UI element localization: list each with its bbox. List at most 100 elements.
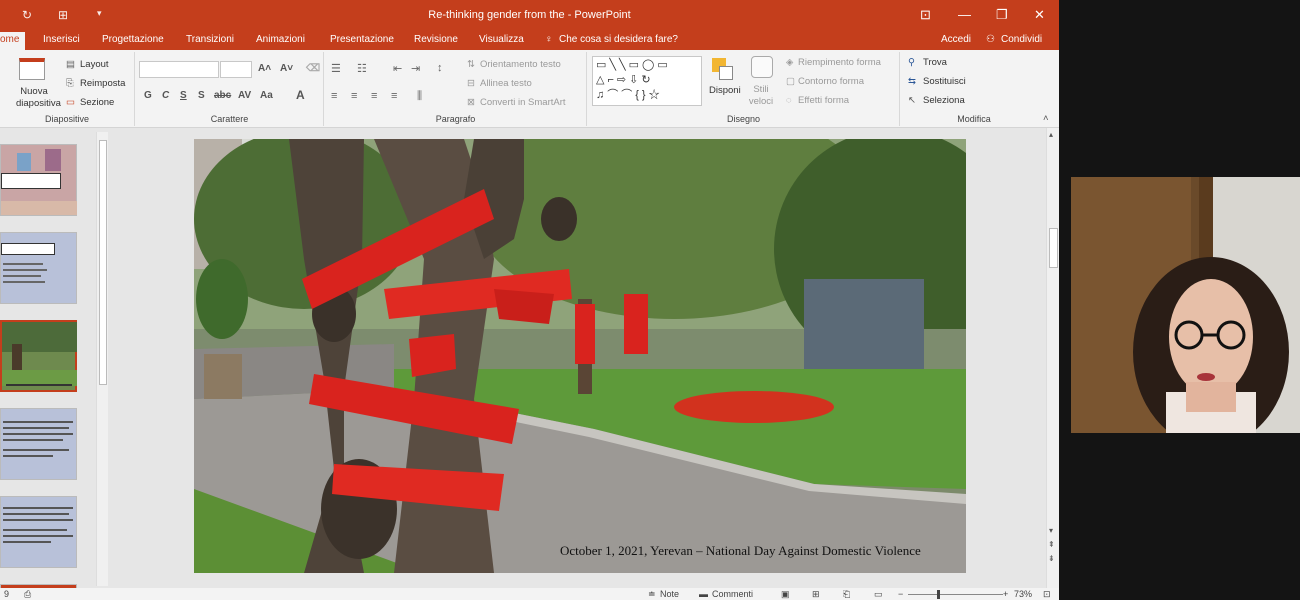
tab-animations[interactable]: Animazioni — [256, 34, 305, 45]
bold-button[interactable]: G — [144, 90, 152, 101]
shape-effects-icon[interactable]: ◌ — [786, 95, 792, 106]
justify-icon[interactable]: ≡ — [391, 90, 397, 102]
slide-sorter-icon[interactable]: ⊞ — [812, 589, 820, 600]
tab-home[interactable]: ome — [0, 32, 26, 50]
align-right-icon[interactable]: ≡ — [371, 90, 377, 102]
shape-fill-button[interactable]: Riempimento forma — [798, 57, 881, 68]
convert-smartart-button[interactable]: Converti in SmartArt — [480, 97, 566, 108]
select-button[interactable]: Seleziona — [923, 95, 965, 106]
shape-effects-button[interactable]: Effetti forma — [798, 95, 849, 106]
zoom-in-icon[interactable]: + — [1003, 589, 1008, 599]
arrange-button[interactable]: Disponi — [709, 85, 741, 96]
italic-button[interactable]: C — [162, 90, 169, 101]
slide-canvas[interactable]: October 1, 2021, Yerevan – National Day … — [194, 139, 966, 573]
zoom-slider[interactable] — [908, 594, 1003, 595]
text-direction-icon[interactable]: ⇅ — [467, 59, 475, 70]
normal-view-icon[interactable]: ▣ — [781, 589, 790, 600]
shape-outline-button[interactable]: Contorno forma — [798, 76, 864, 87]
comments-icon[interactable]: ▬ — [699, 589, 708, 599]
strikethrough-button[interactable]: abc — [214, 90, 231, 101]
reading-view-icon[interactable]: ⎗ — [843, 589, 850, 600]
thumbnail-slide[interactable] — [0, 144, 77, 216]
zoom-slider-thumb[interactable] — [937, 590, 940, 599]
shadow-button[interactable]: S — [198, 90, 205, 101]
spellcheck-icon[interactable]: ⎙ — [24, 589, 31, 600]
change-case-button[interactable]: Aa — [260, 90, 273, 101]
replace-button[interactable]: Sostituisci — [923, 76, 966, 87]
line-spacing-icon[interactable]: ↕ — [437, 62, 443, 74]
tab-transitions[interactable]: Transizioni — [186, 34, 234, 45]
tab-slideshow[interactable]: Presentazione — [330, 34, 394, 45]
tell-me-search[interactable]: Che cosa si desidera fare? — [559, 34, 678, 45]
font-color-button[interactable]: A — [296, 88, 305, 102]
quick-styles-button[interactable]: Stili veloci — [745, 84, 777, 108]
zoom-out-icon[interactable]: − — [898, 589, 903, 599]
thumbnails-scrollbar[interactable] — [96, 132, 108, 586]
minimize-button[interactable]: — — [958, 7, 971, 22]
spacing-button[interactable]: AV — [238, 90, 251, 101]
notes-button[interactable]: Note — [660, 589, 679, 599]
replace-icon[interactable]: ⇆ — [908, 76, 916, 87]
bullets-icon[interactable]: ☰ — [331, 62, 341, 75]
thumbnail-slide[interactable] — [0, 408, 77, 480]
slide-scrollbar[interactable]: ▴ ▾ ⇞ ⇟ — [1046, 128, 1059, 588]
layout-icon[interactable]: ▤ — [66, 59, 75, 70]
align-center-icon[interactable]: ≡ — [351, 90, 357, 102]
tab-design[interactable]: Progettazione — [102, 34, 164, 45]
zoom-level[interactable]: 73% — [1014, 589, 1032, 599]
align-text-icon[interactable]: ⊟ — [467, 78, 475, 89]
align-left-icon[interactable]: ≡ — [331, 90, 337, 102]
tab-review[interactable]: Revisione — [414, 34, 458, 45]
thumbnail-slide-current[interactable] — [0, 320, 77, 392]
slide-scroll-thumb[interactable] — [1049, 228, 1058, 268]
numbering-icon[interactable]: ☷ — [357, 62, 367, 75]
find-button[interactable]: Trova — [923, 57, 947, 68]
sign-in-link[interactable]: Accedi — [941, 34, 971, 45]
grow-font-icon[interactable]: A˄ — [258, 63, 271, 74]
notes-icon[interactable]: ≐ — [648, 589, 656, 600]
previous-slide-icon[interactable]: ⇞ — [1048, 540, 1055, 549]
arrange-icon[interactable] — [712, 58, 734, 80]
new-slide-button[interactable]: Nuova diapositiva — [16, 86, 61, 110]
smartart-icon[interactable]: ⊠ — [467, 97, 475, 108]
font-size-input[interactable] — [220, 61, 252, 78]
layout-button[interactable]: Layout — [80, 59, 109, 70]
increase-indent-icon[interactable]: ⇥ — [411, 62, 420, 75]
comments-button[interactable]: Commenti — [712, 589, 753, 599]
section-icon[interactable]: ▭ — [66, 97, 75, 108]
reset-icon[interactable]: ⎘ — [66, 78, 74, 89]
font-name-input[interactable] — [139, 61, 219, 78]
scroll-down-icon[interactable]: ▾ — [1049, 526, 1053, 535]
shape-outline-icon[interactable]: ▢ — [786, 76, 795, 87]
shape-fill-icon[interactable]: ◈ — [786, 57, 793, 68]
columns-icon[interactable]: ⫼ — [417, 90, 422, 103]
close-button[interactable]: ✕ — [1034, 7, 1045, 23]
select-icon[interactable]: ↖ — [908, 95, 916, 106]
underline-button[interactable]: S — [180, 90, 187, 101]
thumbnail-slide[interactable] — [0, 496, 77, 568]
tell-me-icon[interactable]: ♀ — [545, 34, 553, 45]
thumbnail-slide[interactable] — [0, 232, 77, 304]
quick-styles-icon[interactable] — [751, 56, 773, 78]
shapes-gallery[interactable]: ▭╲╲▭◯▭ △⌐⇨⇩↻ ♫⌒⌒{}☆ — [592, 56, 702, 106]
fit-to-window-icon[interactable]: ⊡ — [1043, 589, 1051, 600]
text-direction-button[interactable]: Orientamento testo — [480, 59, 561, 70]
tab-insert[interactable]: Inserisci — [43, 34, 80, 45]
clear-format-icon[interactable]: ⌫ — [306, 63, 320, 74]
slideshow-view-icon[interactable]: ▭ — [874, 589, 883, 600]
section-button[interactable]: Sezione — [80, 97, 114, 108]
maximize-button[interactable]: ❐ — [996, 7, 1008, 23]
new-slide-icon[interactable] — [19, 58, 45, 80]
find-icon[interactable]: ⚲ — [908, 57, 915, 68]
collapse-ribbon-icon[interactable]: ˄ — [1043, 113, 1049, 124]
thumbnails-scroll-thumb[interactable] — [99, 140, 107, 385]
ribbon-display-options-icon[interactable]: ⊡ — [920, 7, 931, 23]
scroll-up-icon[interactable]: ▴ — [1049, 130, 1053, 139]
next-slide-icon[interactable]: ⇟ — [1048, 554, 1055, 563]
reset-button[interactable]: Reimposta — [80, 78, 125, 89]
shrink-font-icon[interactable]: A˅ — [280, 63, 293, 74]
tab-view[interactable]: Visualizza — [479, 34, 524, 45]
align-text-button[interactable]: Allinea testo — [480, 78, 532, 89]
decrease-indent-icon[interactable]: ⇤ — [393, 62, 402, 75]
user-icon[interactable]: ⚇ — [986, 34, 995, 45]
